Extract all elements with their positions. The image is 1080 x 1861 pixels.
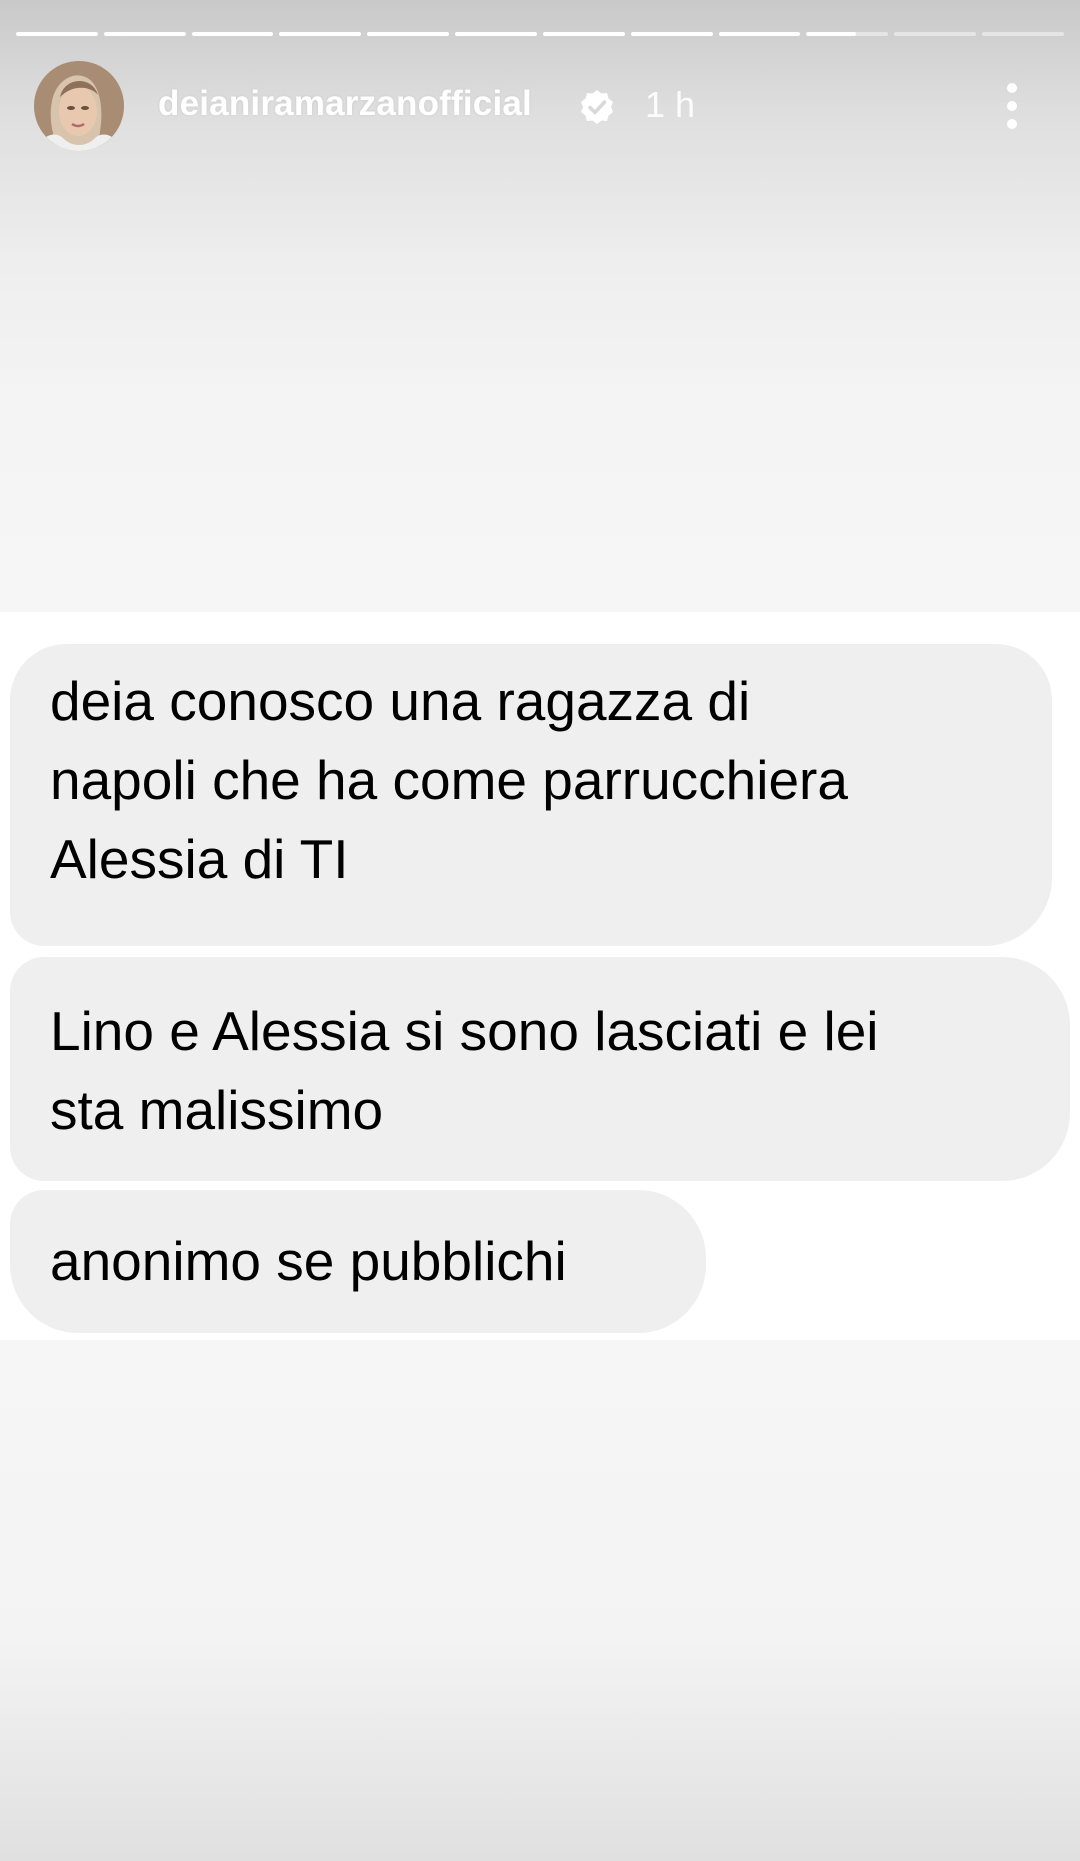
message-line: Alessia di TI [50,828,349,890]
progress-segment [894,32,977,36]
message-bubble: anonimo se pubblichi [10,1190,706,1333]
progress-segment [191,32,274,36]
avatar-photo [34,61,124,151]
progress-segment-fill [279,32,362,36]
message-line: deia conosco una ragazza di [50,670,751,732]
progress-segment-fill [103,32,186,36]
progress-segment [279,32,362,36]
progress-segment [718,32,801,36]
progress-segment [103,32,186,36]
progress-segment [455,32,537,36]
progress-segment [367,32,450,36]
verified-badge-icon [581,90,613,124]
message-bubble: Lino e Alessia si sono lasciati e lei st… [10,957,1070,1181]
progress-segment [806,32,889,36]
progress-segment [16,32,98,36]
progress-segment-fill [16,32,98,36]
progress-segment [630,32,713,36]
progress-segment-fill [630,32,713,36]
story-viewer[interactable]: deianiramarzanofficial 1 h deia conosco … [0,0,1080,1861]
more-vertical-icon[interactable] [992,78,1032,134]
progress-segment [542,32,625,36]
message-bubble: deia conosco una ragazza di napoli che h… [10,644,1052,946]
progress-segment [982,32,1064,36]
message-line: Lino e Alessia si sono lasciati e lei [50,1000,879,1062]
progress-segment-fill [542,32,625,36]
progress-segment-fill [191,32,274,36]
message-line: napoli che ha come parrucchiera [50,749,848,811]
story-progress-bar [16,32,1064,36]
avatar[interactable] [34,61,124,151]
progress-segment-fill [455,32,537,36]
progress-segment-fill [367,32,450,36]
story-background-bottom [0,1340,1080,1861]
message-line: sta malissimo [50,1079,384,1141]
post-time: 1 h [645,84,696,125]
progress-segment-fill [806,32,856,36]
username[interactable]: deianiramarzanofficial [158,84,532,124]
message-line: anonimo se pubblichi [50,1230,567,1292]
progress-segment-fill [718,32,801,36]
